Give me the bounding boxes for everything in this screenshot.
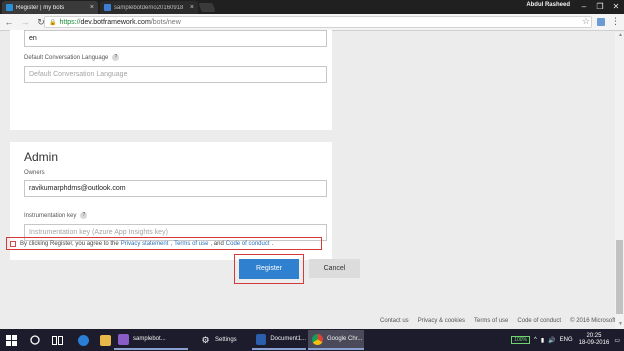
cortana-circle-icon (30, 335, 40, 345)
language-field[interactable]: en (24, 30, 327, 47)
tab-samplebotdemo[interactable]: samplebotdemo20160918 × (100, 1, 198, 14)
lock-icon: 🔒 (49, 19, 57, 26)
word-icon (256, 333, 267, 345)
windows-taskbar: samplebot... ⚙ Settings Document1... Goo… (0, 329, 624, 351)
task-view-button[interactable] (52, 330, 66, 350)
edge-icon (78, 334, 89, 346)
register-button[interactable]: Register (239, 259, 299, 279)
windows-logo-icon (6, 334, 17, 346)
page-content: en Default Conversation Language ? Defau… (0, 30, 624, 329)
url-path: /bots/new (150, 18, 181, 26)
footer-conduct-link[interactable]: Code of conduct (517, 318, 561, 324)
azure-favicon-icon (104, 4, 111, 11)
system-tray: 100% ^ ▮ 🔊 ENG 20:25 18-09-2016 ▭ (511, 331, 620, 349)
browser-title-bar: Register | my bots × samplebotdemo201609… (0, 0, 624, 14)
consent-separator: , (170, 240, 173, 247)
field-label-text: Instrumentation key (24, 212, 77, 219)
extension-icon[interactable] (596, 17, 606, 27)
footer-privacy-link[interactable]: Privacy & cookies (418, 318, 465, 324)
default-conversation-language-input[interactable]: Default Conversation Language (24, 66, 327, 83)
maximize-button[interactable]: ❐ (592, 0, 608, 14)
window-controls: – ❐ ✕ (576, 0, 624, 14)
input-language[interactable]: ENG (560, 337, 573, 343)
page-footer: Contact us Privacy & cookies Terms of us… (380, 318, 616, 324)
gear-icon: ⚙ (201, 334, 210, 345)
cortana-button[interactable] (30, 330, 44, 350)
privacy-statement-link[interactable]: Privacy statement (121, 241, 169, 247)
cancel-button[interactable]: Cancel (309, 259, 360, 278)
bot-settings-card: en Default Conversation Language ? Defau… (10, 30, 332, 130)
footer-copyright: © 2016 Microsoft (570, 318, 616, 324)
battery-indicator[interactable]: 100% (511, 336, 530, 344)
word-taskbar-button[interactable]: Document1... (252, 330, 306, 350)
terms-of-use-link[interactable]: Terms of use (174, 241, 208, 247)
bookmark-star-icon[interactable]: ☆ (582, 16, 590, 27)
close-window-button[interactable]: ✕ (608, 0, 624, 14)
task-view-icon (52, 335, 63, 345)
clock[interactable]: 20:25 18-09-2016 (579, 333, 610, 347)
terms-consent-row: By clicking Register, you agree to the P… (6, 237, 322, 250)
clock-time: 20:25 (586, 333, 602, 339)
register-highlight: Register (234, 254, 304, 284)
taskbar-label: Google Chr... (327, 336, 363, 342)
help-icon[interactable]: ? (112, 54, 120, 61)
scroll-up-arrow-icon[interactable]: ▲ (618, 32, 623, 38)
tab-close-icon[interactable]: × (90, 4, 94, 11)
scroll-down-arrow-icon[interactable]: ▼ (618, 321, 623, 327)
minimize-button[interactable]: – (576, 0, 592, 14)
show-hidden-icons-icon[interactable]: ^ (534, 337, 537, 343)
start-button[interactable] (6, 330, 22, 350)
taskbar-label: samplebot... (133, 336, 166, 342)
tab-title: Register | my bots (16, 4, 65, 11)
browser-menu-icon[interactable]: ⋮ (611, 16, 620, 27)
consent-suffix: . (271, 240, 274, 247)
owners-label: Owners (24, 170, 45, 176)
chrome-icon (312, 333, 323, 345)
network-icon[interactable]: ▮ (541, 337, 544, 344)
clock-date: 18-09-2016 (578, 340, 610, 346)
visual-studio-taskbar-button[interactable]: samplebot... (114, 330, 188, 350)
default-conversation-language-label: Default Conversation Language ? (24, 54, 120, 61)
field-label-text: Owners (24, 170, 45, 176)
volume-icon[interactable]: 🔊 (548, 337, 555, 344)
new-tab-button[interactable] (198, 3, 216, 12)
bot-framework-favicon-icon (6, 4, 13, 11)
taskbar-label: Settings (215, 337, 237, 343)
footer-contact-link[interactable]: Contact us (380, 318, 409, 324)
chrome-taskbar-button[interactable]: Google Chr... (308, 330, 364, 350)
visual-studio-icon (118, 333, 129, 345)
taskbar-label: Document1... (270, 336, 306, 342)
consent-prefix: By clicking Register, you agree to the (20, 240, 119, 247)
tab-title: samplebotdemo20160918 (114, 4, 184, 11)
url-host: dev.botframework.com (80, 18, 151, 26)
admin-heading: Admin (24, 150, 59, 164)
browser-toolbar: ← → ↻ 🔒 https:// dev.botframework.com /b… (0, 14, 624, 31)
notifications-icon[interactable]: ▭ (614, 337, 620, 344)
owners-input[interactable]: ravikumarphdms@outlook.com (24, 180, 327, 197)
url-scheme: https:// (59, 18, 81, 26)
address-bar[interactable]: 🔒 https:// dev.botframework.com /bots/ne… (44, 16, 592, 28)
footer-terms-link[interactable]: Terms of use (474, 318, 508, 324)
field-label-text: Default Conversation Language (24, 54, 109, 61)
consent-separator: , and (210, 240, 224, 247)
tab-register-my-bots[interactable]: Register | my bots × (2, 1, 98, 14)
code-of-conduct-link[interactable]: Code of conduct (226, 241, 270, 247)
folder-icon (100, 334, 111, 346)
profile-name[interactable]: Abdul Rasheed (526, 2, 570, 8)
forward-arrow-icon[interactable]: → (18, 15, 32, 29)
edge-taskbar-button[interactable] (78, 330, 94, 350)
help-icon[interactable]: ? (80, 212, 88, 219)
back-arrow-icon[interactable]: ← (2, 15, 16, 29)
scrollbar-thumb[interactable] (616, 240, 623, 314)
settings-taskbar-button[interactable]: ⚙ Settings (196, 330, 248, 350)
instrumentation-key-label: Instrumentation key ? (24, 212, 88, 219)
tab-close-icon[interactable]: × (190, 4, 194, 11)
terms-checkbox[interactable] (10, 240, 16, 247)
